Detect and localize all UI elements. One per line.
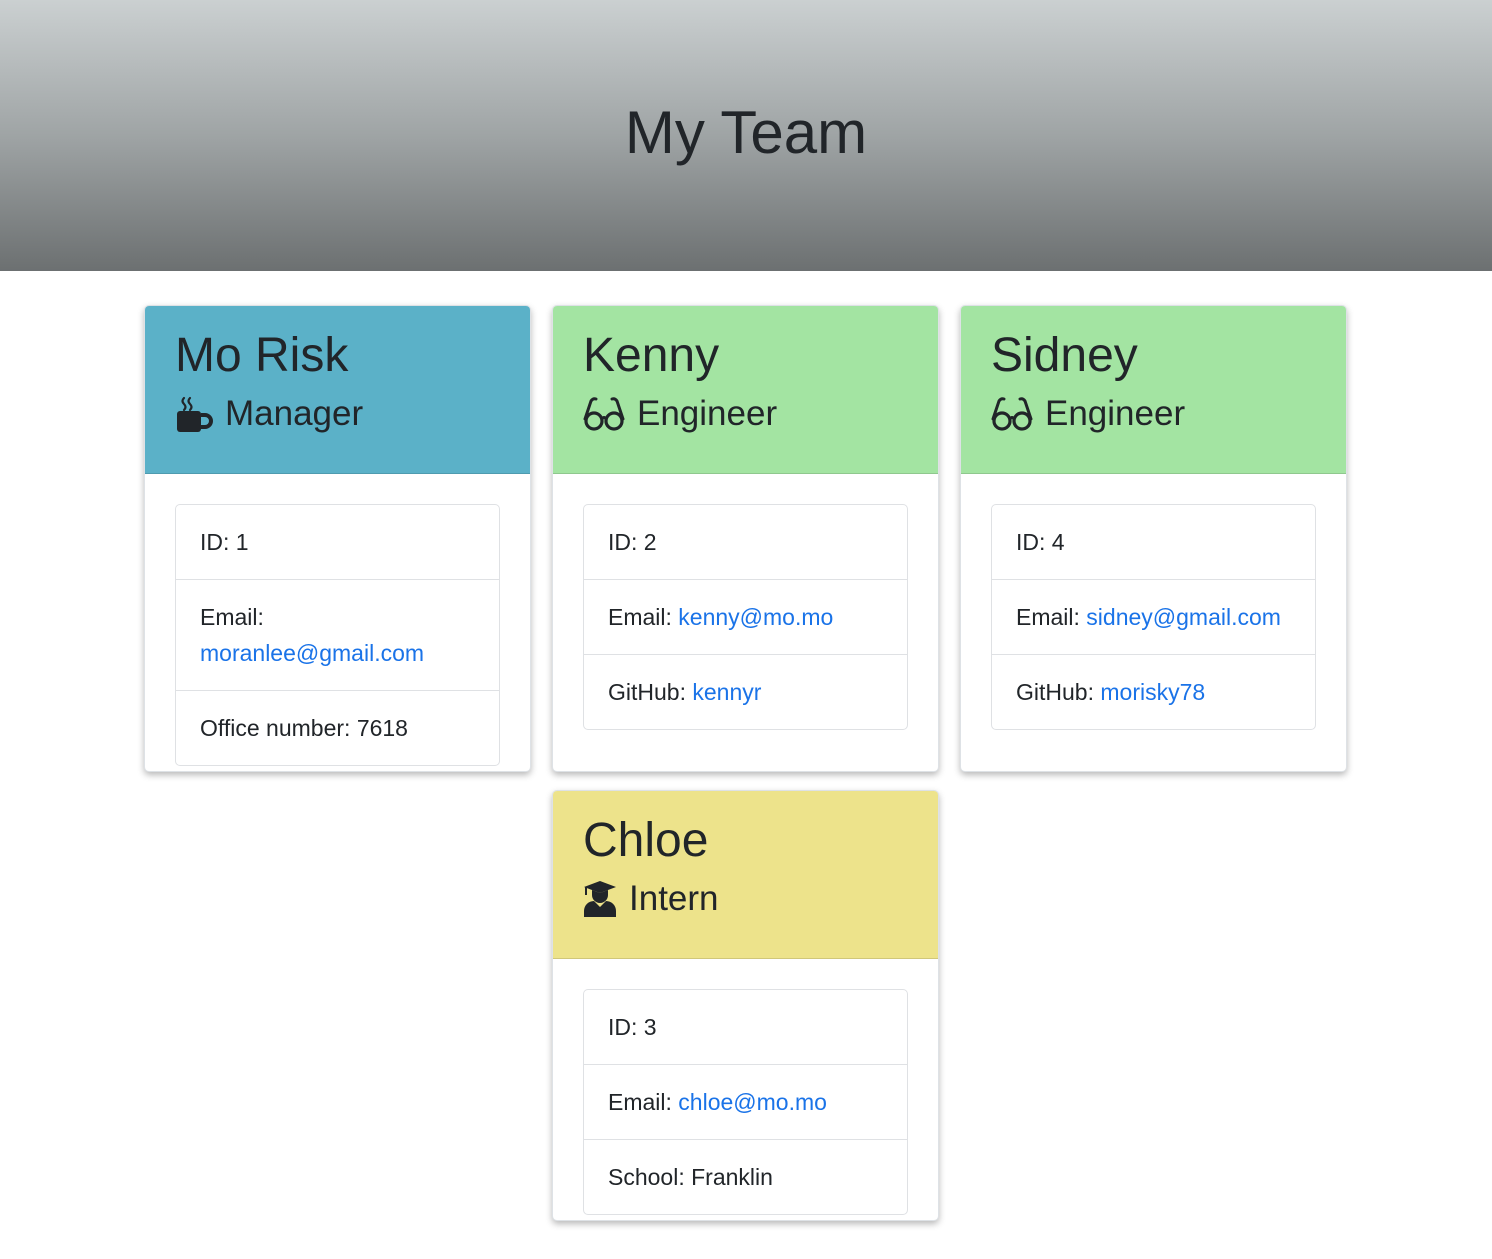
email-item: Email: moranlee@gmail.com: [176, 579, 499, 690]
email-link[interactable]: chloe@mo.mo: [678, 1089, 827, 1115]
employee-name: Sidney: [991, 329, 1138, 382]
employee-card-engineer: Sidney Engineer ID: 4 Email: sidney@gmai…: [960, 305, 1347, 772]
card-body: ID: 3 Email: chloe@mo.mo School: Frankli…: [553, 959, 938, 1220]
id-value: 4: [1051, 529, 1065, 555]
info-list: ID: 3 Email: chloe@mo.mo School: Frankli…: [583, 989, 908, 1215]
employee-name: Chloe: [583, 814, 709, 867]
school-value: Franklin: [691, 1164, 773, 1190]
employee-name: Kenny: [583, 329, 720, 382]
employee-card-manager: Mo Risk Manager ID: 1 Email: moranlee@gm…: [144, 305, 531, 772]
office-number-value: 7618: [356, 715, 408, 741]
employee-name: Mo Risk: [175, 329, 349, 382]
role-label: Manager: [225, 394, 364, 433]
role-label: Engineer: [637, 394, 778, 433]
id-value: 2: [643, 529, 657, 555]
email-item: Email: chloe@mo.mo: [584, 1064, 907, 1139]
id-value: 1: [235, 529, 249, 555]
employee-card-engineer: Kenny Engineer ID: 2 Email: kenny@mo.mo …: [552, 305, 939, 772]
id-item: ID: 3: [608, 1014, 657, 1040]
page-header: My Team: [0, 0, 1492, 271]
page-title: My Team: [624, 99, 868, 166]
card-body: ID: 4 Email: sidney@gmail.com GitHub: mo…: [961, 474, 1346, 761]
school-item: School: Franklin: [584, 1139, 907, 1214]
info-list: ID: 1 Email: moranlee@gmail.com Office n…: [175, 504, 500, 766]
id-item: ID: 1: [200, 529, 249, 555]
glasses-icon: [991, 397, 1033, 431]
card-header: Kenny Engineer: [553, 306, 938, 474]
role-label: Intern: [629, 879, 719, 918]
email-link[interactable]: moranlee@gmail.com: [200, 640, 424, 666]
employee-card-intern: Chloe Intern ID: 3 Email: chloe@mo.mo Sc…: [552, 790, 939, 1221]
card-body: ID: 2 Email: kenny@mo.mo GitHub: kennyr: [553, 474, 938, 761]
id-value: 3: [643, 1014, 657, 1040]
github-item: GitHub: kennyr: [584, 654, 907, 729]
office-number-item: Office number: 7618: [176, 690, 499, 765]
mug-icon: [175, 395, 213, 433]
role-label: Engineer: [1045, 394, 1186, 433]
employee-role: Engineer: [991, 394, 1316, 434]
email-item: Email: kenny@mo.mo: [584, 579, 907, 654]
card-header: Mo Risk Manager: [145, 306, 530, 474]
id-item: ID: 2: [608, 529, 657, 555]
card-header: Chloe Intern: [553, 791, 938, 959]
employee-role: Manager: [175, 394, 500, 434]
card-header: Sidney Engineer: [961, 306, 1346, 474]
github-link[interactable]: kennyr: [692, 679, 761, 705]
info-list: ID: 4 Email: sidney@gmail.com GitHub: mo…: [991, 504, 1316, 730]
employee-role: Intern: [583, 879, 908, 919]
info-list: ID: 2 Email: kenny@mo.mo GitHub: kennyr: [583, 504, 908, 730]
id-item: ID: 4: [1016, 529, 1065, 555]
email-link[interactable]: sidney@gmail.com: [1086, 604, 1281, 630]
github-link[interactable]: morisky78: [1100, 679, 1205, 705]
graduate-icon: [583, 880, 617, 918]
github-item: GitHub: morisky78: [992, 654, 1315, 729]
email-item: Email: sidney@gmail.com: [992, 579, 1315, 654]
employee-role: Engineer: [583, 394, 908, 434]
email-link[interactable]: kenny@mo.mo: [678, 604, 833, 630]
card-body: ID: 1 Email: moranlee@gmail.com Office n…: [145, 474, 530, 771]
glasses-icon: [583, 397, 625, 431]
